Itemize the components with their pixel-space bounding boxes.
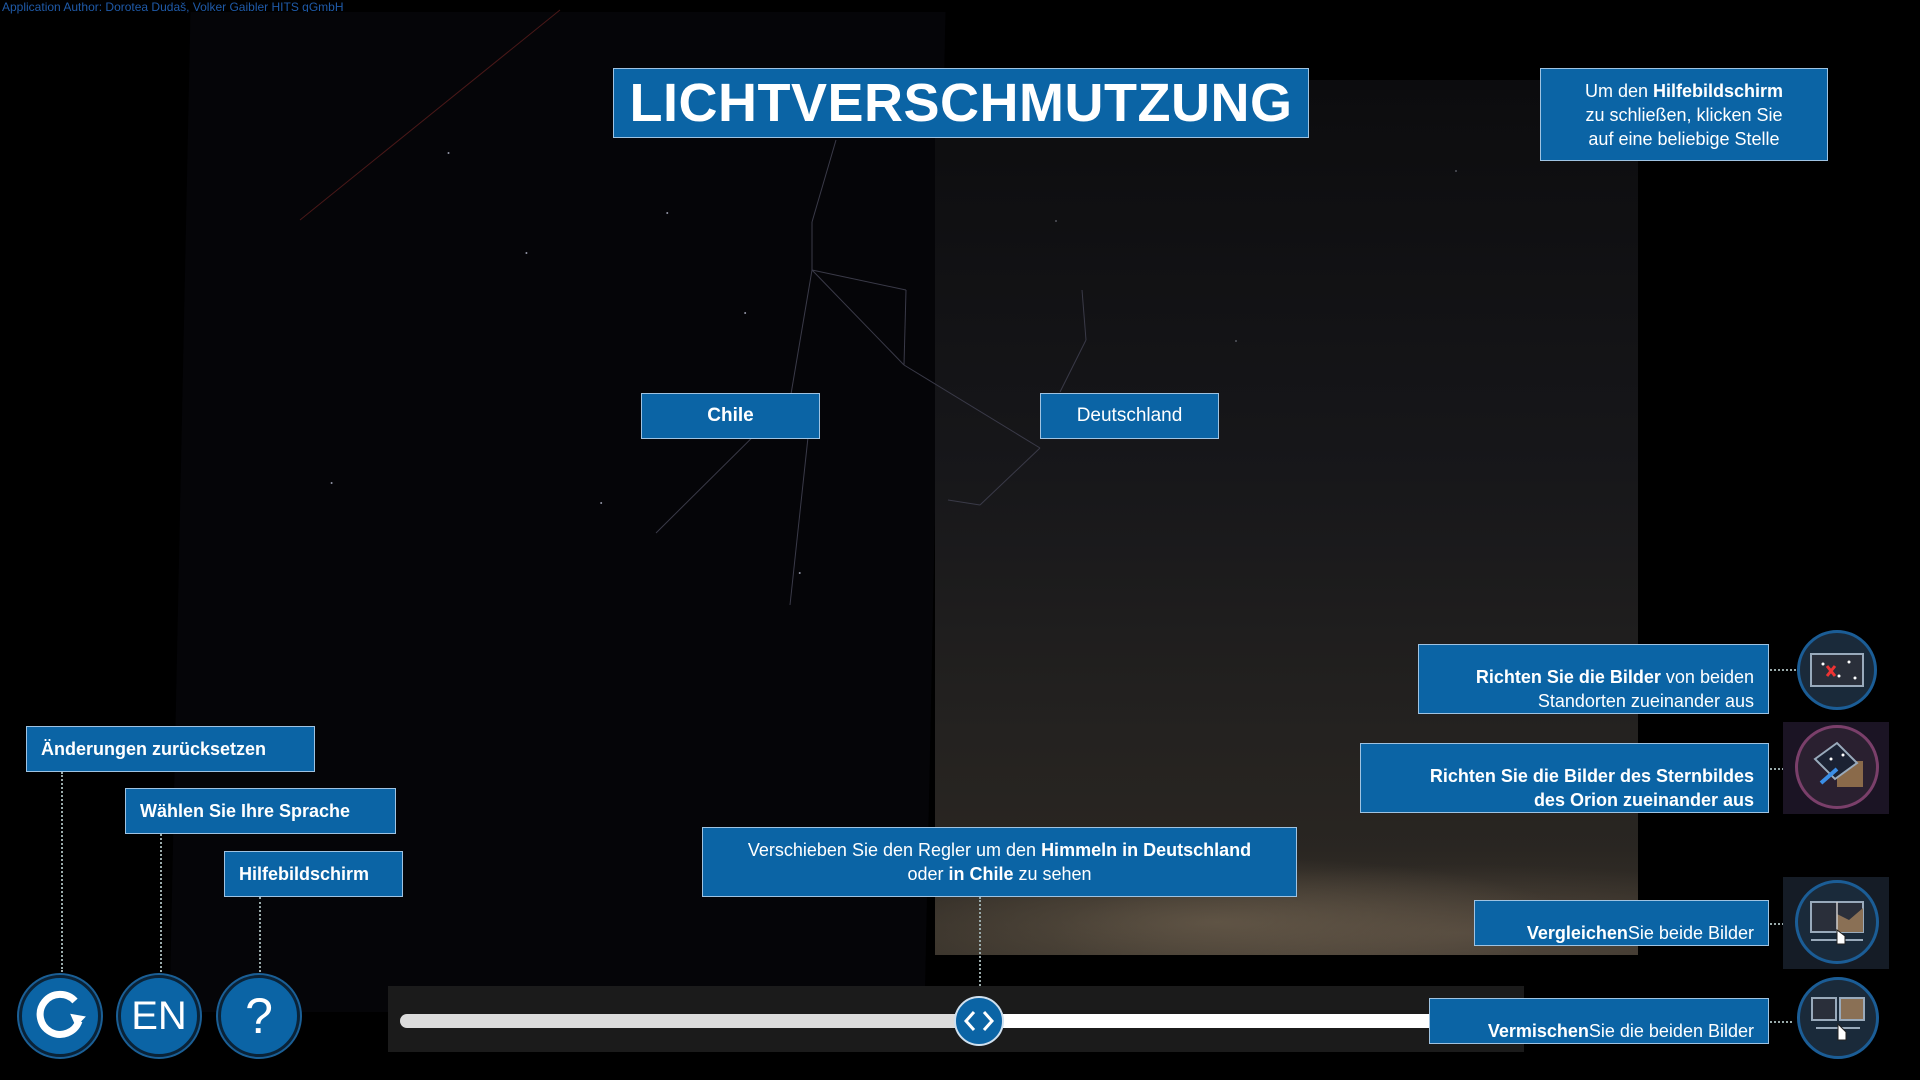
- tip-compare-bold: Vergleichen: [1526, 923, 1628, 943]
- reset-button[interactable]: [19, 975, 101, 1057]
- slider-track[interactable]: [980, 1014, 1440, 1028]
- label-deutschland: Deutschland: [1040, 393, 1219, 439]
- tip-reset: Änderungen zurücksetzen: [26, 726, 315, 772]
- tip-blend-rest: Sie die beiden Bilder: [1588, 1021, 1754, 1041]
- tip-align-sites: Richten Sie die Bilder von beiden Stando…: [1418, 644, 1769, 714]
- tip-align-sites-bold: Richten Sie die Bilder: [1475, 667, 1661, 687]
- slider-knob[interactable]: [954, 996, 1004, 1046]
- align-orion-button[interactable]: [1795, 725, 1879, 809]
- tip-align-sites-rest2: Standorten zueinander aus: [1537, 691, 1754, 711]
- help-close-line2: zu schließen, klicken Sie: [1585, 104, 1783, 125]
- help-close-line1-pre: Um den: [1584, 80, 1653, 101]
- tip-slider-bold1: Himmeln: [1041, 840, 1118, 860]
- slider-track-filled[interactable]: [400, 1014, 980, 1028]
- chevron-left-icon: [963, 1011, 976, 1031]
- tip-align-orion: Richten Sie die Bilder des Sternbildes d…: [1360, 743, 1769, 813]
- help-button[interactable]: ?: [218, 975, 300, 1057]
- tip-align-sites-rest1: von beiden: [1660, 667, 1754, 687]
- reset-icon: [36, 990, 86, 1038]
- compare-button[interactable]: [1795, 880, 1879, 964]
- tip-compare-rest: Sie beide Bilder: [1627, 923, 1754, 943]
- help-close-note: Um den Hilfebildschirm zu schließen, kli…: [1540, 68, 1828, 161]
- language-button[interactable]: EN: [118, 975, 200, 1057]
- tip-slider-line2-post: zu sehen: [1013, 864, 1092, 884]
- tip-blend-bold: Vermischen: [1487, 1021, 1589, 1041]
- help-close-line3: auf eine beliebige Stelle: [1588, 128, 1780, 149]
- tip-compare: Vergleichen Sie beide Bilder: [1474, 900, 1769, 946]
- align-orion-icon: [1813, 741, 1863, 787]
- connector-slider: [979, 897, 981, 989]
- tip-language: Wählen Sie Ihre Sprache: [125, 788, 396, 834]
- tip-slider-bold2: in Deutschland: [1122, 840, 1252, 860]
- tip-slider-line2-pre: oder: [907, 864, 949, 884]
- page-title: LICHTVERSCHMUTZUNG: [613, 68, 1309, 138]
- connector-help: [259, 897, 261, 972]
- tip-help: Hilfebildschirm: [224, 851, 403, 897]
- blend-button[interactable]: [1797, 977, 1879, 1059]
- tip-blend: Vermischen Sie die beiden Bilder: [1429, 998, 1769, 1044]
- tip-align-orion-line2: des Orion zueinander aus: [1533, 790, 1754, 810]
- connector-reset: [61, 772, 63, 972]
- connector-align-sites: [1770, 669, 1796, 671]
- compare-icon: [1810, 901, 1864, 945]
- tip-slider: Verschieben Sie den Regler um den Himmel…: [702, 827, 1297, 897]
- help-close-line1-bold: Hilfebildschirm: [1653, 80, 1784, 101]
- tip-slider-bold3: in Chile: [948, 864, 1014, 884]
- align-sites-icon: [1810, 653, 1864, 687]
- connector-blend: [1770, 1021, 1792, 1023]
- connector-language: [160, 834, 162, 972]
- tip-align-orion-line1: Richten Sie die Bilder des Sternbildes: [1429, 766, 1754, 786]
- chevron-left-right-icon: [963, 1011, 995, 1031]
- label-chile: Chile: [641, 393, 820, 439]
- blend-icon: [1811, 997, 1865, 1041]
- tip-slider-line1-pre: Verschieben Sie den Regler um den: [747, 840, 1042, 860]
- chevron-right-icon: [982, 1011, 995, 1031]
- align-sites-button[interactable]: [1797, 630, 1877, 710]
